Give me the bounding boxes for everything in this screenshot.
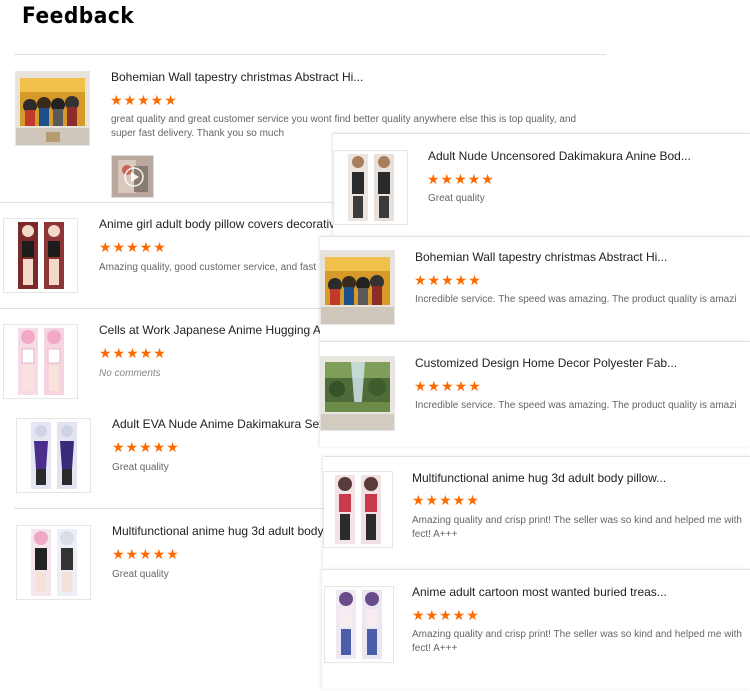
review-comment: Incredible service. The speed was amazin…	[415, 294, 737, 305]
product-title[interactable]: Customized Design Home Decor Polyester F…	[415, 356, 735, 370]
review-card: Bohemian Wall tapestry christmas Abstrac…	[0, 56, 576, 201]
product-thumbnail[interactable]	[15, 71, 90, 146]
review-comment: Incredible service. The speed was amazin…	[415, 400, 737, 411]
review-comment: Great quality	[112, 569, 169, 580]
rating-stars: ★★★★★	[112, 439, 180, 455]
rating-stars: ★★★★★	[414, 378, 482, 394]
product-title[interactable]: Cells at Work Japanese Anime Hugging Ac	[99, 323, 324, 337]
divider	[14, 54, 606, 55]
review-comment-line: fect! A+++	[412, 529, 458, 540]
product-thumbnail[interactable]	[16, 525, 91, 600]
review-card: Anime adult cartoon most wanted buried t…	[322, 569, 750, 689]
review-card: Multifunctional anime hug 3d adult body …	[14, 508, 340, 613]
review-comment: Great quality	[428, 193, 485, 204]
review-comment-line: Amazing quality and crisp print! The sel…	[412, 515, 742, 526]
product-thumbnail[interactable]	[320, 250, 395, 325]
review-photo[interactable]	[111, 155, 154, 198]
product-thumbnail[interactable]	[16, 418, 91, 493]
review-card: Anime girl adult body pillow covers deco…	[0, 202, 340, 308]
product-title[interactable]: Anime girl adult body pillow covers deco…	[99, 217, 334, 231]
review-comment-line: fect! A+++	[412, 643, 458, 654]
rating-stars: ★★★★★	[99, 239, 167, 255]
review-comment: No comments	[99, 368, 161, 379]
product-thumbnail[interactable]	[320, 356, 395, 431]
review-card: Bohemian Wall tapestry christmas Abstrac…	[320, 236, 750, 341]
product-title[interactable]: Multifunctional anime hug 3d adult body	[112, 524, 326, 538]
rating-stars: ★★★★★	[412, 492, 480, 508]
product-thumbnail[interactable]	[324, 586, 394, 663]
product-thumbnail[interactable]	[3, 324, 78, 399]
rating-stars: ★★★★★	[427, 171, 495, 187]
review-card: Multifunctional anime hug 3d adult body …	[323, 456, 750, 569]
product-title[interactable]: Adult EVA Nude Anime Dakimakura Sexy	[112, 417, 327, 431]
rating-stars: ★★★★★	[110, 92, 178, 108]
product-title[interactable]: Multifunctional anime hug 3d adult body …	[412, 471, 732, 485]
product-title[interactable]: Adult Nude Uncensored Dakimakura Anine B…	[428, 149, 738, 163]
product-title[interactable]: Anime adult cartoon most wanted buried t…	[412, 585, 732, 599]
product-thumbnail[interactable]	[323, 471, 393, 548]
review-card: Adult EVA Nude Anime Dakimakura Sexy ★★★…	[0, 403, 340, 508]
rating-stars: ★★★★★	[112, 546, 180, 562]
product-title[interactable]: Bohemian Wall tapestry christmas Abstrac…	[415, 250, 735, 264]
review-card: Adult Nude Uncensored Dakimakura Anine B…	[333, 133, 750, 236]
rating-stars: ★★★★★	[412, 607, 480, 623]
review-comment: Amazing quality, good customer service, …	[99, 262, 317, 273]
review-card: Cells at Work Japanese Anime Hugging Ac …	[0, 308, 340, 401]
rating-stars: ★★★★★	[414, 272, 482, 288]
product-thumbnail[interactable]	[3, 218, 78, 293]
review-comment: Great quality	[112, 462, 169, 473]
rating-stars: ★★★★★	[99, 345, 167, 361]
review-card: Customized Design Home Decor Polyester F…	[320, 341, 750, 447]
product-title[interactable]: Bohemian Wall tapestry christmas Abstrac…	[111, 70, 371, 84]
product-thumbnail[interactable]	[333, 150, 408, 225]
page-title: Feedback	[22, 4, 135, 29]
review-comment-line: Amazing quality and crisp print! The sel…	[412, 629, 742, 640]
